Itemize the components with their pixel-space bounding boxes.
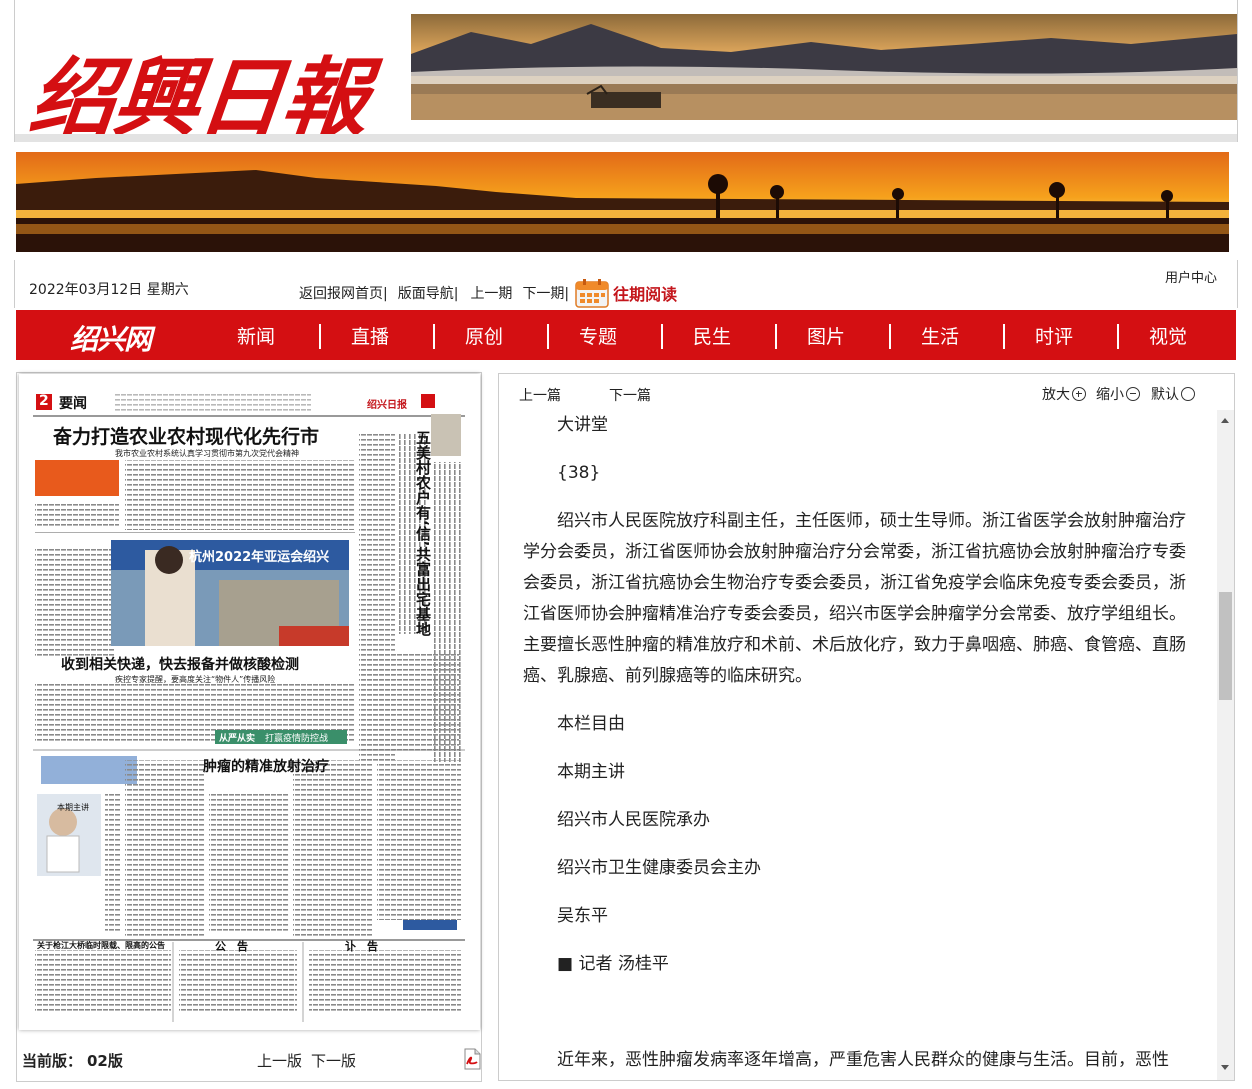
article-paragraph: {38} xyxy=(557,463,601,483)
scroll-up-arrow-icon[interactable] xyxy=(1221,418,1229,423)
channel-separator xyxy=(433,324,435,349)
masthead: 绍興日報 xyxy=(14,0,1238,149)
thumb-notice-2: 公 告 xyxy=(215,940,248,953)
article-scrollbar[interactable] xyxy=(1217,410,1234,1080)
article-paragraph: 大讲堂 xyxy=(557,415,608,435)
article-toolbar: 上一篇 下一篇 放大 缩小 默认 xyxy=(499,374,1234,404)
zoom-out-button[interactable]: 缩小 xyxy=(1096,384,1140,404)
channel-separator xyxy=(661,324,663,349)
channel-life[interactable]: 生活 xyxy=(921,322,959,349)
site-logo[interactable]: 绍兴网 xyxy=(70,318,152,358)
thumb-page-number: 2 xyxy=(39,393,49,409)
thumb-paper-name: 绍兴日报 xyxy=(367,400,407,411)
zoom-out-label: 缩小 xyxy=(1096,387,1124,403)
issue-date: 2022年03月12日 星期六 xyxy=(29,282,189,298)
current-page-value: 02版 xyxy=(87,1052,123,1070)
article-paragraph: 绍兴市人民医院承办 xyxy=(557,810,710,830)
channel-live[interactable]: 直播 xyxy=(351,322,389,349)
next-article-link[interactable]: 下一篇 xyxy=(609,385,651,405)
channel-news[interactable]: 新闻 xyxy=(237,322,275,349)
current-page-label: 当前版： xyxy=(22,1052,83,1070)
header-landscape-image xyxy=(411,14,1237,120)
thumb-page-section: 要闻 xyxy=(59,396,87,412)
zoom-in-icon xyxy=(1072,387,1086,401)
thumb-photo-banner: 杭州2022年亚运会绍兴 xyxy=(189,550,330,565)
article-paragraph: 本栏目由 xyxy=(557,714,625,734)
user-center-link[interactable]: 用户中心 xyxy=(1165,267,1217,286)
archive-reading-link[interactable]: 往期阅读 xyxy=(613,281,677,305)
thumb-headline-2: 收到相关快递，快去报备并做核酸检测 xyxy=(61,657,299,673)
article-panel: 上一篇 下一篇 放大 缩小 默认 大讲堂 {38} 绍兴市人民医院放疗科副主任，… xyxy=(498,373,1235,1081)
channel-topics[interactable]: 专题 xyxy=(579,322,617,349)
next-page-link[interactable]: 下一版 xyxy=(311,1050,356,1071)
home-link[interactable]: 返回报网首页| xyxy=(299,283,388,303)
thumb-column-tag: 本期主讲 xyxy=(57,803,89,812)
thumb-subhead-2: 疾控专家提醒，要高度关注“物件人”传播风险 xyxy=(115,675,276,684)
channel-commentary[interactable]: 时评 xyxy=(1035,322,1073,349)
channel-original[interactable]: 原创 xyxy=(465,322,503,349)
zoom-default-button[interactable]: 默认 xyxy=(1151,384,1195,404)
zoom-default-icon xyxy=(1181,387,1195,401)
zoom-in-label: 放大 xyxy=(1042,387,1070,403)
article-paragraph: 绍兴市人民医院放疗科副主任，主任医师，硕士生导师。浙江省医学会放射肿瘤治疗学分会… xyxy=(523,511,1186,686)
channel-photos[interactable]: 图片 xyxy=(807,322,845,349)
thumb-subhead-1: 我市农业农村系统认真学习贯彻市第九次党代会精神 xyxy=(115,449,299,458)
issue-info-bar: 2022年03月12日 星期六 返回报网首页| 版面导航| 上一期 下一期| 往… xyxy=(14,260,1238,308)
zoom-out-icon xyxy=(1126,387,1140,401)
channel-visual[interactable]: 视觉 xyxy=(1149,322,1187,349)
thumb-headline-vertical: 五美村农户有‘信’共富出宅基地 xyxy=(414,430,432,637)
sunset-banner-image xyxy=(16,152,1229,252)
channel-bar: 绍兴网 新闻 直播 原创 专题 民生 图片 生活 时评 视觉 xyxy=(16,310,1236,360)
channel-separator xyxy=(319,324,321,349)
issue-navigation: 返回报网首页| 版面导航| 上一期 下一期| 往期阅读 xyxy=(299,278,677,308)
page-thumbnail-panel: 2 要闻 绍兴日报 奋力打造农业农村现代化先行市 我市农业农村系统认真学习贯彻市… xyxy=(16,372,482,1082)
thumb-notice-1: 关于枪江大桥临时限载、限高的公告 xyxy=(37,941,165,950)
article-paragraph: 本期主讲 xyxy=(557,762,625,782)
layout-nav-link[interactable]: 版面导航| xyxy=(398,283,459,303)
channel-livelihood[interactable]: 民生 xyxy=(693,322,731,349)
zoom-in-button[interactable]: 放大 xyxy=(1042,384,1086,404)
prev-page-link[interactable]: 上一版 xyxy=(257,1050,302,1071)
thumb-headline-1: 奋力打造农业农村现代化先行市 xyxy=(53,426,320,448)
prev-issue-link[interactable]: 上一期 xyxy=(470,283,512,303)
article-paragraph xyxy=(523,997,1195,1028)
thumb-headline-3: 肿瘤的精准放射治疗 xyxy=(203,759,329,775)
channel-separator xyxy=(1117,324,1119,349)
scroll-down-arrow-icon[interactable] xyxy=(1221,1065,1229,1070)
prev-article-link[interactable]: 上一篇 xyxy=(519,385,561,405)
article-paragraph: 近年来，恶性肿瘤发病率逐年增高，严重危害人民群众的健康与生活。目前，恶性 xyxy=(557,1050,1169,1070)
newspaper-logo[interactable]: 绍興日報 xyxy=(19,14,399,149)
article-paragraph: 吴东平 xyxy=(557,906,608,926)
article-scroll-area[interactable]: 大讲堂 {38} 绍兴市人民医院放疗科副主任，主任医师，硕士生导师。浙江省医学会… xyxy=(499,410,1234,1080)
page-navigation-bar: 当前版： 02版 上一版 下一版 xyxy=(21,1043,481,1073)
zoom-default-label: 默认 xyxy=(1151,387,1179,403)
article-body: 大讲堂 {38} 绍兴市人民医院放疗科副主任，主任医师，硕士生导师。浙江省医学会… xyxy=(523,410,1195,1080)
next-issue-link[interactable]: 下一期| xyxy=(522,283,569,303)
article-paragraph: 绍兴市卫生健康委员会主办 xyxy=(557,858,761,878)
channel-separator xyxy=(1003,324,1005,349)
pdf-download-icon[interactable] xyxy=(461,1048,483,1070)
thumb-tag-1: 从严从实 xyxy=(219,734,256,744)
thumb-notice-3: 讣 告 xyxy=(345,940,378,953)
newspaper-page-thumbnail[interactable]: 2 要闻 绍兴日报 奋力打造农业农村现代化先行市 我市农业农村系统认真学习贯彻市… xyxy=(19,374,480,1030)
channel-separator xyxy=(889,324,891,349)
masthead-divider xyxy=(15,134,1237,142)
article-paragraph: ■ 记者 汤桂平 xyxy=(557,954,669,974)
calendar-icon[interactable] xyxy=(575,278,609,308)
channel-separator xyxy=(775,324,777,349)
thumb-tag-1b: 打赢疫情防控战 xyxy=(265,734,329,744)
scrollbar-thumb[interactable] xyxy=(1219,592,1232,700)
channel-separator xyxy=(547,324,549,349)
